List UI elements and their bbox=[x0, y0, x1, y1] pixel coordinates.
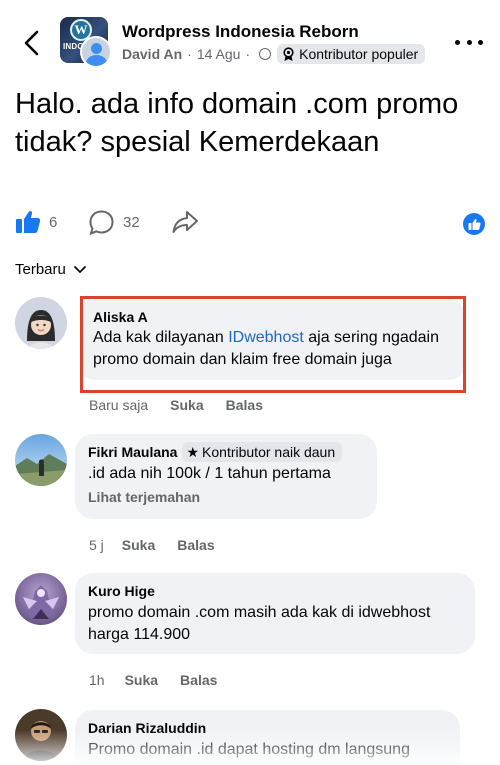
avatar[interactable] bbox=[15, 297, 67, 349]
star-icon: ★ bbox=[186, 444, 200, 460]
comment-like-button[interactable]: Suka bbox=[170, 397, 203, 413]
share-icon bbox=[172, 211, 198, 233]
comment-reply-button[interactable]: Balas bbox=[180, 672, 217, 688]
badge-label: Kontributor populer bbox=[299, 46, 419, 62]
comment-reply-button[interactable]: Balas bbox=[226, 397, 263, 413]
comment-time: 1h bbox=[89, 672, 105, 688]
more-options-icon[interactable] bbox=[455, 36, 483, 48]
highlight-annotation bbox=[80, 296, 466, 393]
comment-count: 32 bbox=[123, 214, 140, 231]
comment-like-button[interactable]: Suka bbox=[125, 672, 158, 688]
chevron-left-icon bbox=[24, 30, 39, 56]
post-header: W INDONES Wordpress Indonesia Reborn Dav… bbox=[0, 0, 500, 80]
comment-text: .id ada nih 100k / 1 tahun pertama bbox=[88, 465, 331, 482]
comment-time: Baru saja bbox=[89, 397, 149, 413]
post-date[interactable]: 14 Agu bbox=[197, 46, 241, 62]
comment-meta: 5 j Suka Balas bbox=[89, 537, 237, 553]
badge-label: Kontributor naik daun bbox=[202, 444, 336, 460]
like-count: 6 bbox=[49, 213, 58, 231]
comment-bubble: Darian Rizaluddin Promo domain .id dapat… bbox=[75, 710, 460, 765]
like-reaction-icon[interactable] bbox=[463, 213, 485, 235]
comment-bubble: Fikri Maulana ★ Kontributor naik daun .i… bbox=[75, 434, 377, 519]
back-button[interactable] bbox=[16, 26, 46, 60]
award-icon bbox=[282, 46, 295, 62]
chevron-down-icon bbox=[73, 265, 86, 273]
group-name[interactable]: Wordpress Indonesia Reborn bbox=[122, 22, 359, 42]
commenter-name[interactable]: Kuro Hige bbox=[88, 581, 463, 601]
contributor-badge[interactable]: Kontributor populer bbox=[277, 44, 426, 64]
author-name[interactable]: David An bbox=[122, 46, 182, 62]
sort-label: Terbaru bbox=[15, 261, 66, 278]
separator: · bbox=[187, 46, 192, 62]
author-avatar[interactable] bbox=[80, 36, 112, 68]
comment-bubble: Kuro Hige promo domain .com masih ada ka… bbox=[75, 573, 475, 654]
comment-text: promo domain .com masih ada kak di idweb… bbox=[88, 604, 431, 643]
comment-meta: 1h Suka Balas bbox=[89, 672, 239, 688]
commenter-name[interactable]: Fikri Maulana bbox=[88, 442, 177, 462]
commenter-name-row: Fikri Maulana ★ Kontributor naik daun bbox=[88, 442, 365, 462]
commenter-name[interactable]: Darian Rizaluddin bbox=[88, 718, 448, 738]
comment-button[interactable]: 32 bbox=[88, 209, 140, 236]
separator: · bbox=[245, 46, 251, 62]
comment-icon bbox=[89, 210, 114, 236]
see-translation-link[interactable]: Lihat terjemahan bbox=[88, 489, 365, 505]
comment-reply-button[interactable]: Balas bbox=[177, 537, 214, 553]
post-meta: David An · 14 Agu · Kontributor populer bbox=[122, 44, 426, 64]
comment-like-button[interactable]: Suka bbox=[122, 537, 155, 553]
avatar[interactable] bbox=[15, 709, 67, 761]
comment-sort-dropdown[interactable]: Terbaru bbox=[15, 261, 86, 278]
share-button[interactable] bbox=[171, 209, 199, 235]
comment-text: Promo domain .id dapat hosting dm langsu… bbox=[88, 741, 410, 758]
post-actions: 6 32 bbox=[15, 209, 485, 241]
comment-meta: Baru saja Suka Balas bbox=[89, 397, 285, 413]
globe-icon bbox=[259, 48, 272, 60]
thumbs-up-icon bbox=[16, 211, 41, 233]
avatar[interactable] bbox=[15, 573, 67, 625]
like-button[interactable]: 6 bbox=[15, 209, 57, 235]
comment-time: 5 j bbox=[89, 537, 104, 553]
contributor-badge[interactable]: ★ Kontributor naik daun bbox=[182, 442, 343, 462]
avatar[interactable] bbox=[15, 434, 67, 486]
post-title: Halo. ada info domain .com promo tidak? … bbox=[15, 88, 459, 158]
